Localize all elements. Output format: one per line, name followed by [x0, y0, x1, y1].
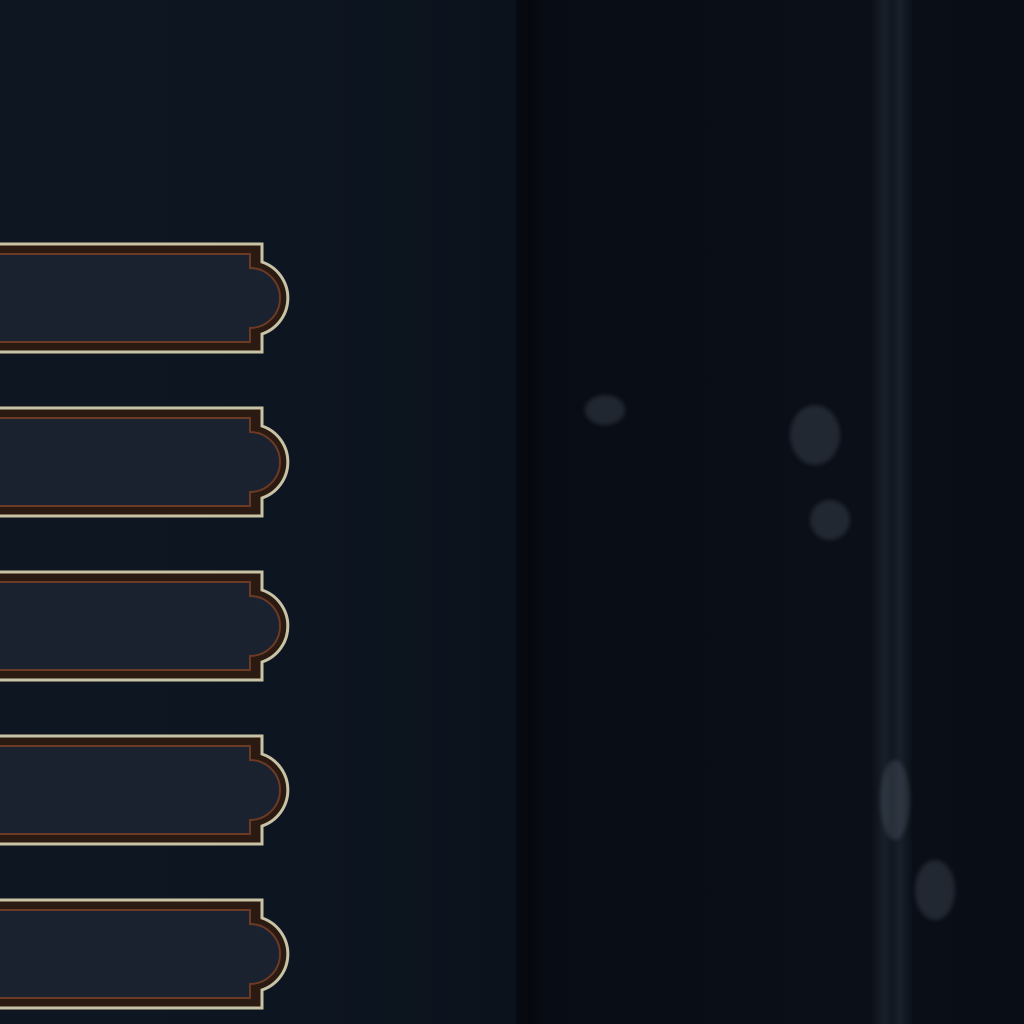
metal-pillar	[872, 0, 912, 1024]
wall-weathering	[915, 860, 955, 920]
menu-slot-3[interactable]	[0, 568, 304, 684]
wall-divider	[516, 0, 544, 1024]
slot-frame-icon	[0, 898, 290, 1010]
wall-weathering	[585, 395, 625, 425]
wall-weathering	[810, 500, 850, 540]
slot-frame-icon	[0, 406, 290, 518]
right-wall-panel	[544, 0, 1024, 1024]
slot-frame-icon	[0, 242, 290, 354]
menu-slot-1[interactable]	[0, 240, 304, 356]
wall-weathering	[880, 760, 910, 840]
slot-frame-icon	[0, 734, 290, 846]
game-menu-screen	[0, 0, 1024, 1024]
menu-slot-5[interactable]	[0, 896, 304, 1012]
wall-weathering	[790, 405, 840, 465]
menu-slot-4[interactable]	[0, 732, 304, 848]
slot-frame-icon	[0, 570, 290, 682]
menu-slot-2[interactable]	[0, 404, 304, 520]
